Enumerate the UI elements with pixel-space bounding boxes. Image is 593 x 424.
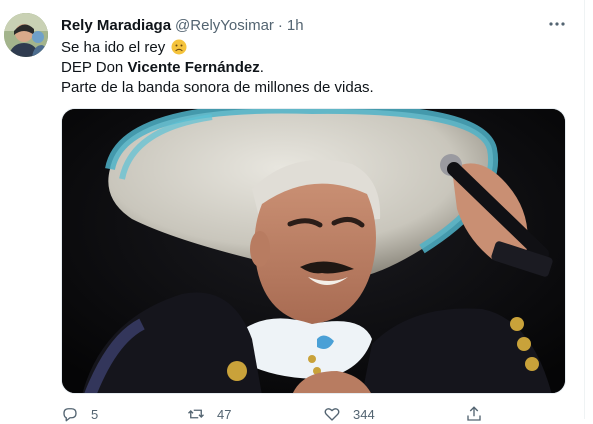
more-icon [549, 22, 565, 26]
avatar-image [4, 13, 48, 57]
tweet-line-2: DEP Don Vicente Fernández. [61, 58, 561, 78]
retweet-button[interactable]: 47 [187, 405, 231, 423]
tweet-actions: 5 47 344 [61, 404, 541, 424]
photo-illustration [62, 109, 565, 393]
reply-count: 5 [91, 406, 99, 422]
timeline-divider [584, 0, 585, 419]
tweet-line-2-prefix: DEP Don [61, 59, 128, 76]
retweet-icon [188, 409, 204, 419]
separator-dot: · [277, 16, 283, 34]
share-icon [467, 406, 481, 421]
heart-icon [324, 408, 340, 421]
timestamp[interactable]: 1h [287, 17, 304, 34]
like-button[interactable]: 344 [323, 405, 375, 423]
retweet-count: 47 [217, 406, 232, 422]
tweet-line-3: Parte de la banda sonora de millones de … [61, 79, 374, 96]
tweet-line-2-suffix: . [259, 59, 264, 76]
like-count: 344 [353, 406, 375, 422]
tweet-photo[interactable] [61, 108, 566, 394]
reply-icon [63, 408, 77, 422]
avatar[interactable] [4, 13, 48, 57]
tweet-text: Se ha ido el rey DEP Don Vicente Fernánd… [61, 38, 561, 98]
user-handle[interactable]: @RelyYosimar [175, 17, 274, 34]
tweet-line-1: Se ha ido el rey [61, 38, 561, 58]
slightly-frowning-face-icon [171, 39, 187, 55]
tweet-header: Rely Maradiaga @RelyYosimar · 1h [61, 15, 304, 35]
tweet-line-2-bold: Vicente Fernández [127, 59, 260, 76]
tweet-line-1-text: Se ha ido el rey [61, 39, 166, 56]
share-button[interactable] [465, 405, 483, 423]
display-name[interactable]: Rely Maradiaga [61, 17, 171, 34]
more-options-button[interactable] [545, 12, 569, 36]
reply-button[interactable]: 5 [61, 405, 98, 423]
